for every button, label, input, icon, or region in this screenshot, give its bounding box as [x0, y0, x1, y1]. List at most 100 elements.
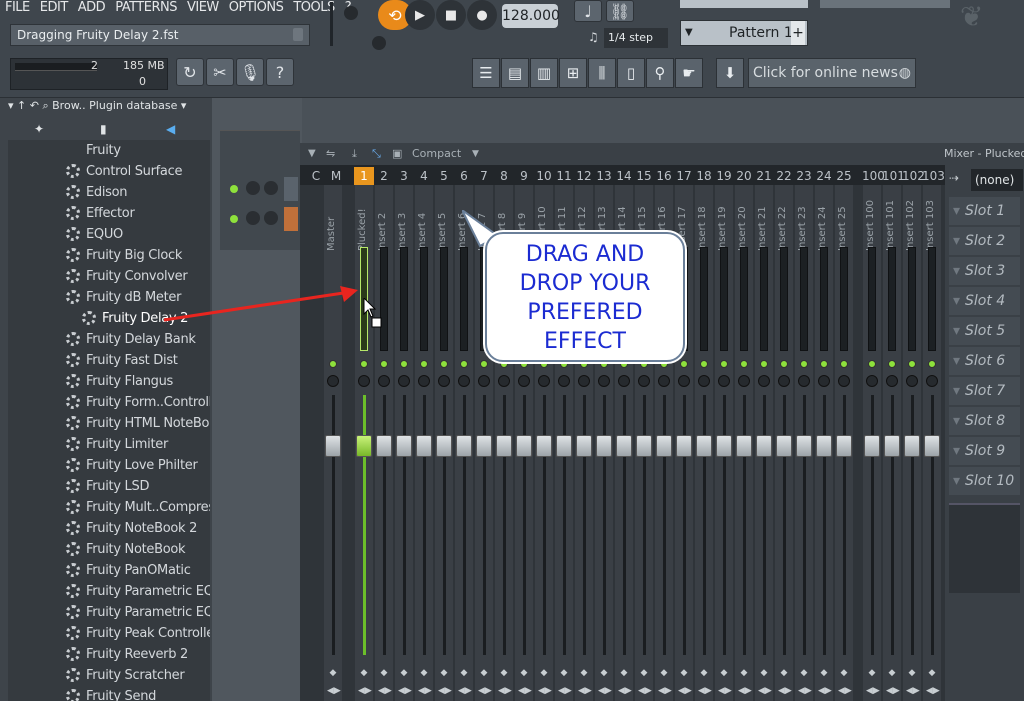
send-arrow-icon[interactable]: ◆ [498, 667, 510, 679]
insert-strip[interactable]: Insert 6 ◆ ◀▶ [455, 185, 473, 701]
volume-fader[interactable] [836, 435, 852, 457]
channel-number[interactable]: 3 [394, 167, 414, 185]
menu-patterns[interactable]: PATTERNS [110, 0, 182, 18]
insert-strip[interactable]: Insert 22 ◆ ◀▶ [775, 185, 793, 701]
pan-knob[interactable] [758, 375, 770, 387]
list-item[interactable]: Fruity Big Clock [8, 245, 210, 266]
send-arrow-icon[interactable]: ◆ [718, 667, 730, 679]
collapse-icon[interactable]: ▾ [8, 99, 14, 112]
list-item[interactable]: Fruity Reeverb 2 [8, 644, 210, 665]
volume-fader[interactable] [756, 435, 772, 457]
channel-number[interactable]: 22 [774, 167, 794, 185]
list-item[interactable]: Fruity LSD [8, 476, 210, 497]
channel-number[interactable]: 4 [414, 167, 434, 185]
route-arrow-icon[interactable]: ◀▶ [678, 685, 692, 697]
send-arrow-icon[interactable]: ◆ [558, 667, 570, 679]
menu-options[interactable]: OPTIONS [224, 0, 289, 18]
volume-knob[interactable] [246, 181, 260, 195]
route-arrow-icon[interactable]: ◀▶ [327, 685, 341, 697]
effect-slot[interactable]: ▾ Slot 6 [949, 347, 1020, 375]
insert-strip[interactable]: Insert 25 ◆ ◀▶ [835, 185, 853, 701]
effect-slot[interactable]: ▾ Slot 4 [949, 287, 1020, 315]
insert-strip[interactable]: Insert 5 ◆ ◀▶ [435, 185, 453, 701]
list-item[interactable]: Fruity Send [8, 686, 210, 701]
browser-icon[interactable]: ⊞ [559, 58, 587, 88]
volume-fader[interactable] [816, 435, 832, 457]
volume-fader[interactable] [776, 435, 792, 457]
volume-fader[interactable] [716, 435, 732, 457]
volume-fader[interactable] [416, 435, 432, 457]
pattern-selector[interactable]: ▼ Pattern 1 + [680, 20, 808, 46]
volume-fader[interactable] [884, 435, 900, 457]
enable-led[interactable] [740, 360, 748, 368]
effect-slot[interactable]: ▾ Slot 10 [949, 467, 1020, 495]
route-arrow-icon[interactable]: ◀▶ [478, 685, 492, 697]
enable-led[interactable] [720, 360, 728, 368]
enable-led[interactable] [888, 360, 896, 368]
volume-fader[interactable] [736, 435, 752, 457]
route-arrow-icon[interactable]: ◀▶ [906, 685, 920, 697]
route-arrow-icon[interactable]: ◀▶ [866, 685, 880, 697]
enable-led[interactable] [360, 360, 368, 368]
enable-led[interactable] [400, 360, 408, 368]
volume-fader[interactable] [924, 435, 940, 457]
insert-strip-active[interactable]: Plucked! ◆ ◀▶ [355, 185, 373, 701]
route-arrow-icon[interactable]: ◀▶ [798, 685, 812, 697]
route-arrow-icon[interactable]: ◀▶ [926, 685, 940, 697]
menu-view[interactable]: VIEW [182, 0, 224, 18]
list-item[interactable]: Fruity Peak Controller [8, 623, 210, 644]
list-item[interactable]: Fruity NoteBook [8, 539, 210, 560]
effect-slot[interactable]: ▾ Slot 5 [949, 317, 1020, 345]
send-arrow-icon[interactable]: ◆ [538, 667, 550, 679]
master-volume-slider[interactable] [330, 2, 333, 46]
send-arrow-icon[interactable]: ◆ [758, 667, 770, 679]
playlist-icon[interactable]: ☰ [472, 58, 500, 88]
record-button[interactable]: ● [467, 0, 497, 30]
send-arrow-icon[interactable]: ◆ [438, 667, 450, 679]
channel-number[interactable]: 25 [834, 167, 854, 185]
volume-fader[interactable] [356, 435, 372, 457]
channel-number[interactable]: 11 [554, 167, 574, 185]
channel-number[interactable]: 1 [354, 167, 374, 185]
microphone-button[interactable]: 🎙 [236, 58, 264, 86]
channel-number[interactable]: 17 [674, 167, 694, 185]
tempo-display[interactable]: 128.000 [502, 4, 560, 28]
send-arrow-icon[interactable]: ◆ [378, 667, 390, 679]
send-arrow-icon[interactable]: ◆ [838, 667, 850, 679]
touch-controller-icon[interactable]: ☛ [675, 58, 703, 88]
effect-slot[interactable]: ▾ Slot 3 [949, 257, 1020, 285]
pan-knob[interactable] [866, 375, 878, 387]
eq-panel[interactable] [949, 503, 1020, 593]
volume-fader[interactable] [556, 435, 572, 457]
pan-knob[interactable] [478, 375, 490, 387]
list-item[interactable]: Fruity Parametric EQ 2 [8, 581, 210, 602]
stop-button[interactable]: ■ [436, 0, 466, 30]
send-arrow-icon[interactable]: ◆ [738, 667, 750, 679]
route-arrow-icon[interactable]: ◀▶ [738, 685, 752, 697]
list-item[interactable]: Fruity Parametric EQ [8, 602, 210, 623]
route-arrow-icon[interactable]: ◀▶ [618, 685, 632, 697]
insert-strip[interactable]: Insert 24 ◆ ◀▶ [815, 185, 833, 701]
pan-knob[interactable] [398, 375, 410, 387]
send-arrow-icon[interactable]: ◆ [478, 667, 490, 679]
channel-number[interactable]: 16 [654, 167, 674, 185]
channel-number[interactable]: 13 [594, 167, 614, 185]
up-arrow-icon[interactable]: ↑ [17, 99, 26, 112]
volume-fader[interactable] [616, 435, 632, 457]
insert-strip[interactable]: Insert 18 ◆ ◀▶ [695, 185, 713, 701]
send-arrow-icon[interactable]: ◆ [518, 667, 530, 679]
pan-knob[interactable] [718, 375, 730, 387]
channel-number[interactable]: 102 [902, 167, 925, 185]
list-item[interactable]: Fruity HTML NoteBook [8, 413, 210, 434]
enable-led[interactable] [680, 360, 688, 368]
list-item[interactable]: Fruity Limiter [8, 434, 210, 455]
pan-knob[interactable] [678, 375, 690, 387]
volume-fader[interactable] [456, 435, 472, 457]
insert-strip[interactable]: Insert 21 ◆ ◀▶ [755, 185, 773, 701]
list-item[interactable]: Edison [8, 182, 210, 203]
menu-edit[interactable]: EDIT [35, 0, 73, 18]
channel-number[interactable]: 100 [862, 167, 885, 185]
effect-slot[interactable]: ▾ Slot 1 [949, 197, 1020, 225]
volume-fader[interactable] [796, 435, 812, 457]
insert-strip[interactable]: Insert 2 ◆ ◀▶ [375, 185, 393, 701]
